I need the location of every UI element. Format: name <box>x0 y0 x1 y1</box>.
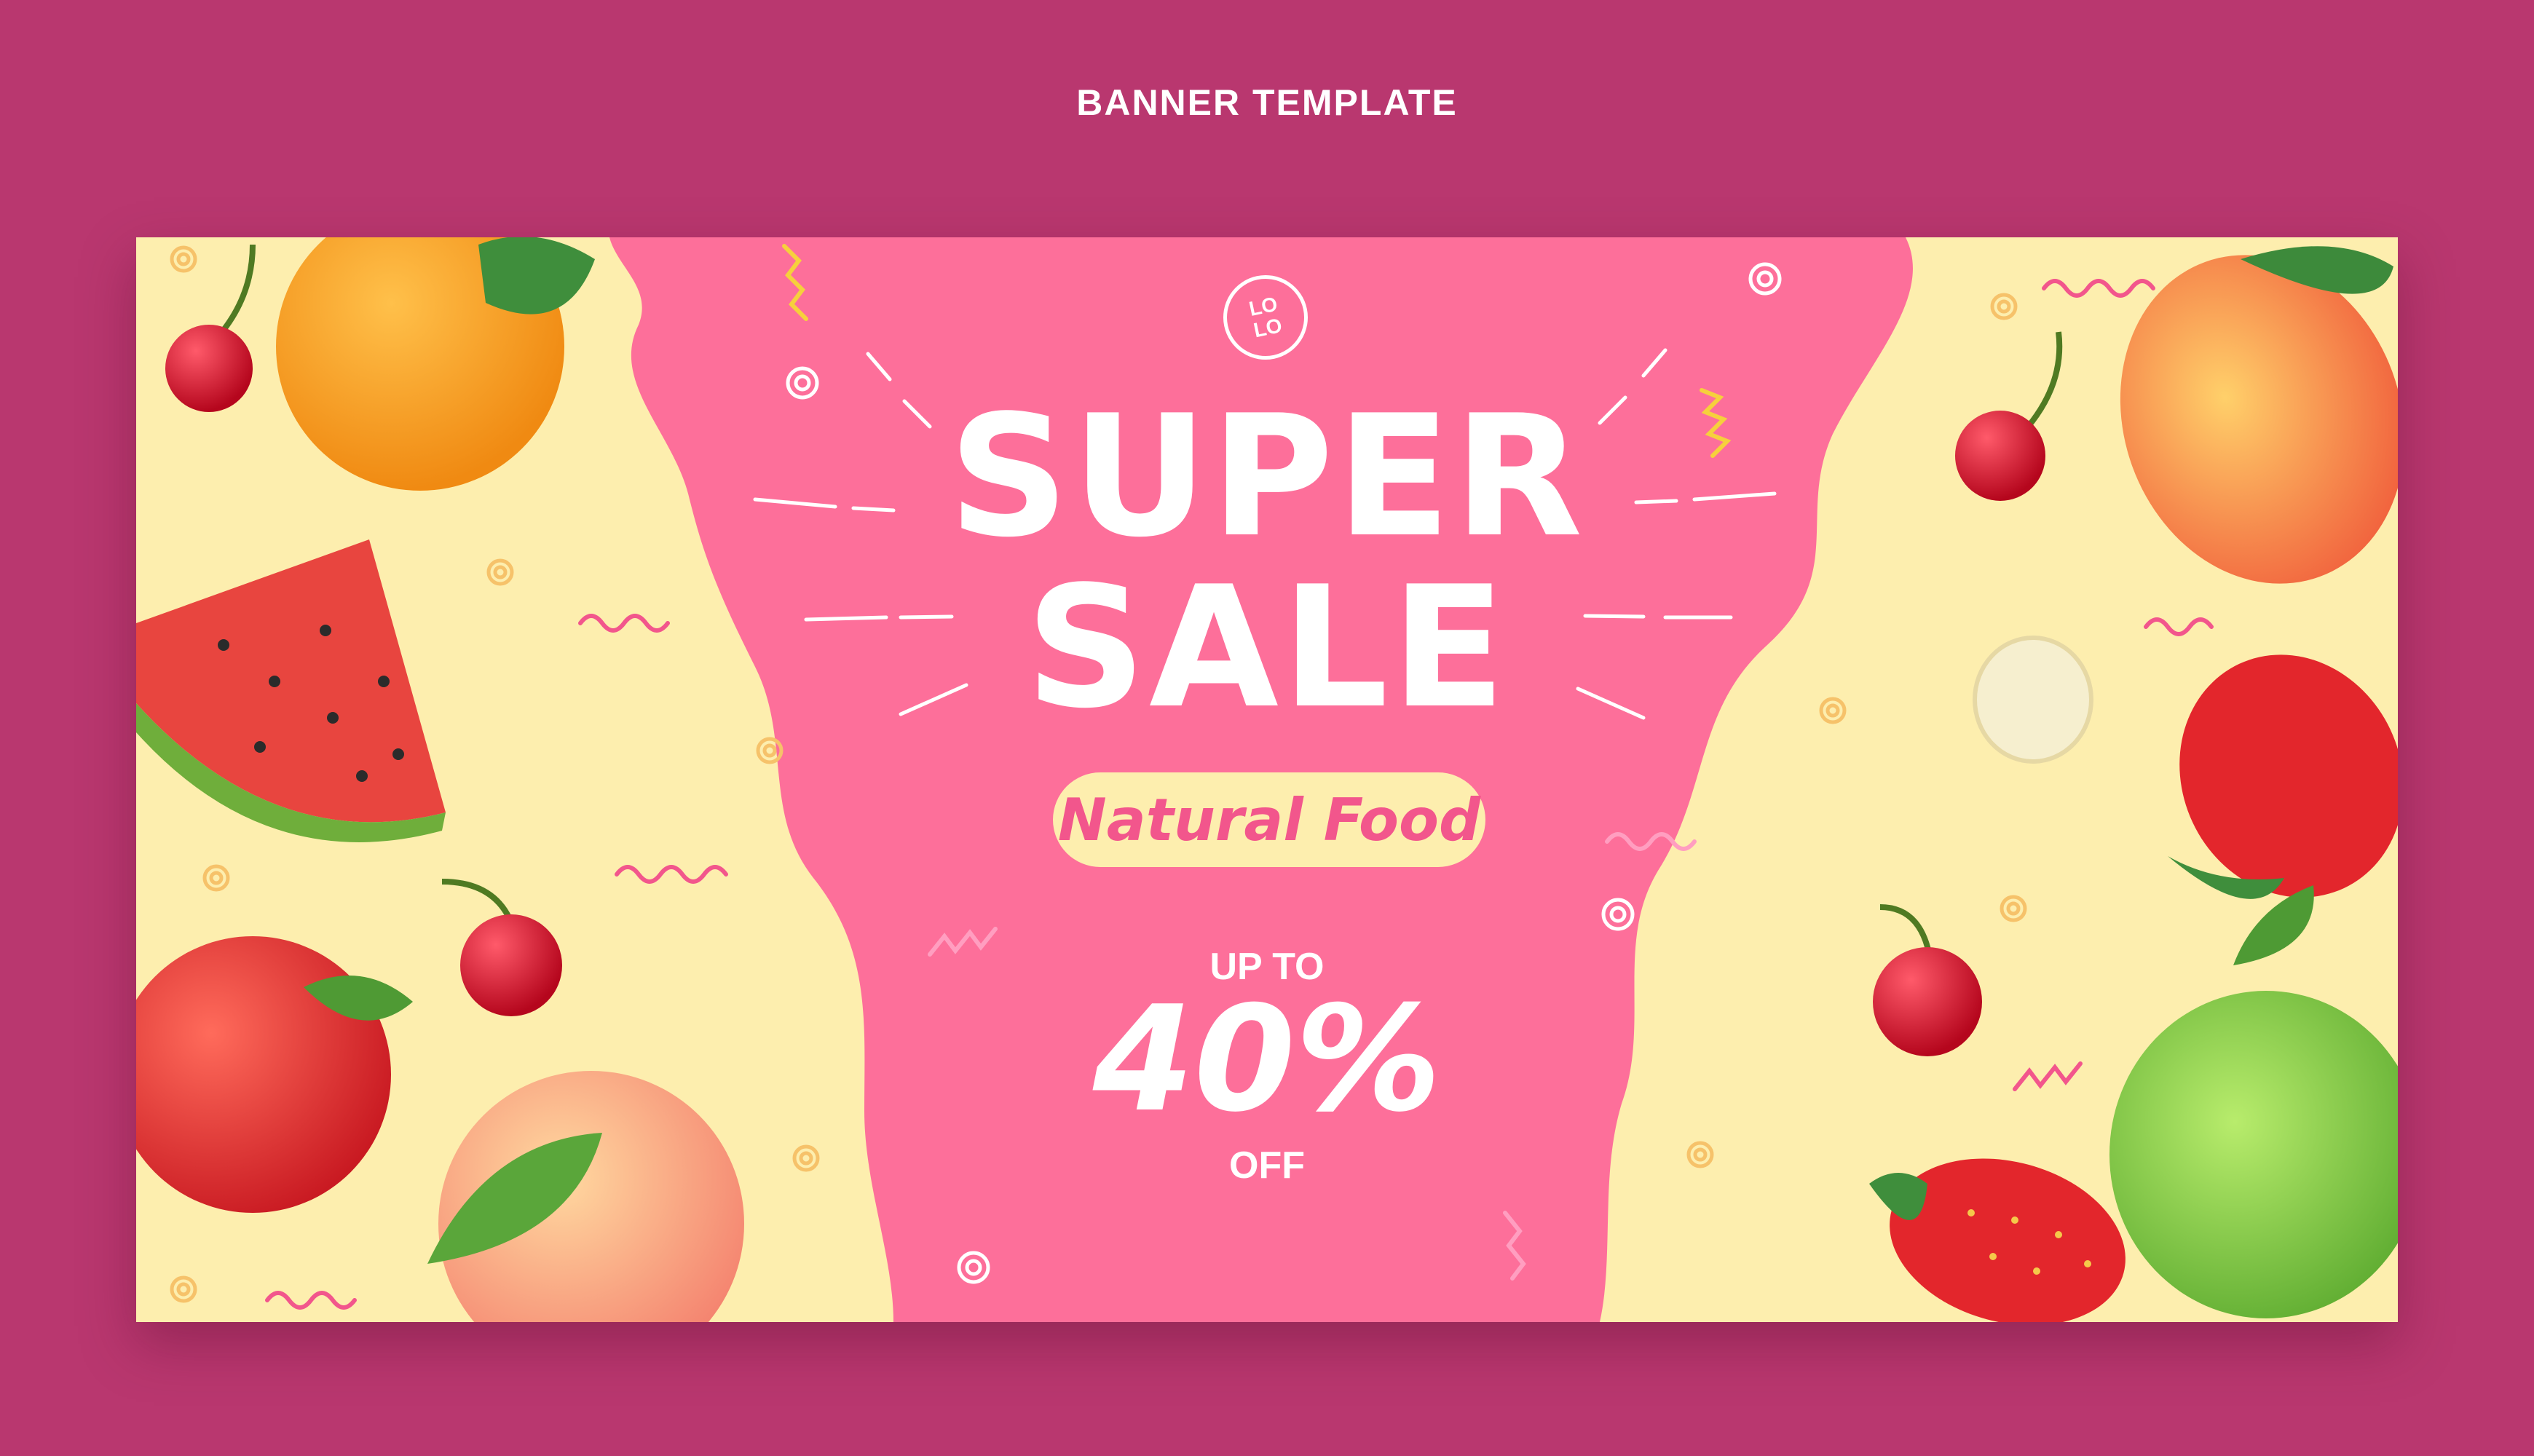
sale-banner: LO LO SUPER SALE Natural Food UP TO 40% … <box>136 237 2398 1322</box>
headline-sale: SALE <box>1025 551 1509 745</box>
logo-line-2: LO <box>1251 313 1284 342</box>
tagline-text: Natural Food <box>1057 786 1481 854</box>
page-title: BANNER TEMPLATE <box>1076 82 1458 123</box>
tagline-pill: Natural Food <box>1053 772 1485 867</box>
offer-percentage: 40% <box>1092 975 1442 1144</box>
offer-suffix: OFF <box>1229 1144 1305 1187</box>
headline-super: SUPER <box>948 380 1586 574</box>
